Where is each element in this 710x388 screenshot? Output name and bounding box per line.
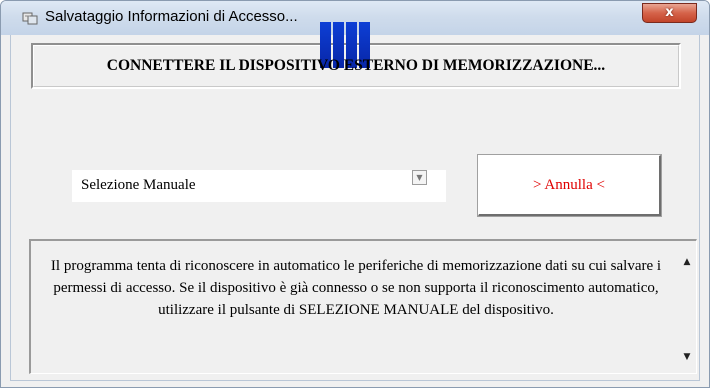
banner-text: CONNETTERE IL DISPOSITIVO ESTERNO DI MEM… — [106, 57, 606, 74]
selection-value: Selezione Manuale — [81, 177, 196, 193]
chevron-down-icon: ▼ — [416, 173, 423, 182]
info-textarea[interactable]: Il programma tenta di riconoscere in aut… — [29, 239, 697, 374]
cancel-button-label: > Annulla < — [533, 177, 605, 193]
dropdown-button[interactable]: ▼ — [412, 170, 427, 185]
close-button[interactable]: x — [642, 3, 697, 23]
info-text: Il programma tenta di riconoscere in aut… — [50, 258, 662, 318]
scroll-up-arrow-icon[interactable]: ▲ — [679, 254, 695, 270]
dialog-window: Salvataggio Informazioni di Accesso... x… — [0, 0, 710, 388]
cancel-button[interactable]: > Annulla < — [477, 154, 662, 217]
banner-text-layer: CONNETTERE IL DISPOSITIVO ESTERNO DI MEM… — [31, 43, 681, 89]
scroll-down-arrow-icon[interactable]: ▼ — [679, 349, 695, 365]
app-icon — [22, 12, 38, 25]
window-title: Salvataggio Informazioni di Accesso... — [45, 8, 298, 25]
close-icon: x — [665, 5, 674, 20]
manual-selection-select[interactable]: Selezione Manuale — [72, 170, 446, 202]
